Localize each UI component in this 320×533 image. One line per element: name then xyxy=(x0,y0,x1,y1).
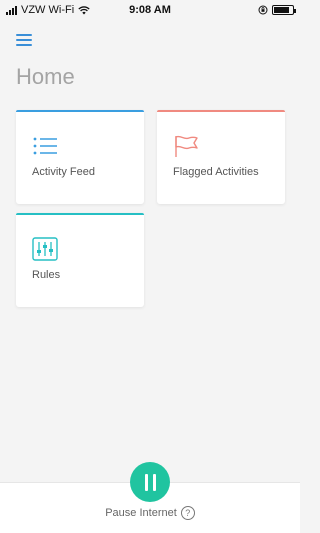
pause-internet-label: Pause Internet xyxy=(105,507,177,519)
hamburger-menu-icon[interactable] xyxy=(16,34,32,46)
page-title: Home xyxy=(16,64,75,89)
status-left: VZW Wi-Fi xyxy=(6,4,90,16)
flag-icon xyxy=(175,135,198,157)
pause-internet-button[interactable] xyxy=(130,462,170,502)
carrier-label: VZW Wi-Fi xyxy=(21,4,75,16)
battery-icon xyxy=(272,5,296,15)
rules-card[interactable]: Rules xyxy=(16,213,144,307)
activity-feed-card[interactable]: Activity Feed xyxy=(16,110,144,204)
card-label: Rules xyxy=(32,269,61,281)
pause-icon xyxy=(152,473,156,491)
orientation-lock-icon xyxy=(258,5,268,15)
card-label: Flagged Activities xyxy=(173,166,259,178)
list-icon xyxy=(33,137,57,155)
battery-level xyxy=(274,7,290,13)
help-icon[interactable]: ? xyxy=(180,506,195,520)
card-label: Activity Feed xyxy=(32,166,95,178)
card-accent-bar xyxy=(157,110,285,112)
flagged-activities-card[interactable]: Flagged Activities xyxy=(157,110,285,204)
pause-label-row: Pause Internet ? xyxy=(0,506,300,520)
card-accent-bar xyxy=(16,110,144,112)
status-right xyxy=(258,5,296,15)
pause-icon xyxy=(144,473,148,491)
sliders-icon xyxy=(32,237,58,261)
card-accent-bar xyxy=(16,213,144,215)
wifi-icon xyxy=(78,5,90,14)
status-bar: VZW Wi-Fi 9:08 AM xyxy=(0,0,300,20)
signal-icon xyxy=(6,5,17,15)
